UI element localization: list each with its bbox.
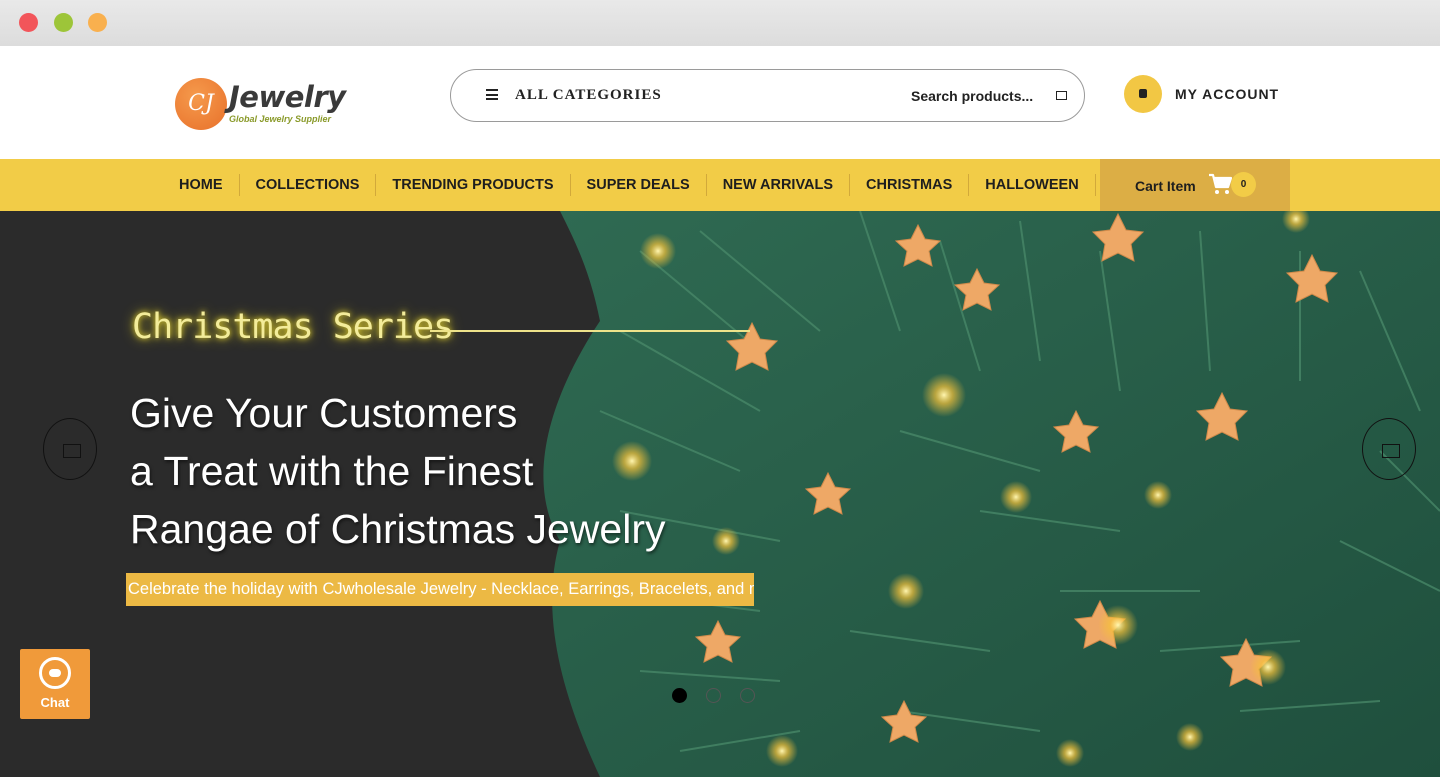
logo-tagline: Global Jewelry Supplier bbox=[229, 114, 332, 124]
nav-item-halloween[interactable]: HALLOWEEN bbox=[969, 174, 1096, 196]
cart-button[interactable]: Cart Item 0 bbox=[1100, 159, 1290, 211]
hero-subline: Celebrate the holiday with CJwholesale J… bbox=[126, 573, 754, 606]
window-close-button[interactable] bbox=[19, 13, 38, 32]
prev-arrow-icon[interactable] bbox=[43, 418, 97, 480]
window-maximize-button[interactable] bbox=[54, 13, 73, 32]
menu-icon[interactable] bbox=[486, 89, 498, 100]
hero-headline: Give Your Customers a Treat with the Fin… bbox=[130, 384, 665, 558]
slider-pagination bbox=[672, 688, 755, 703]
all-categories-dropdown[interactable]: ALL CATEGORIES bbox=[515, 87, 662, 104]
hero-slider: Christmas Series Give Your Customers a T… bbox=[0, 211, 1440, 777]
nav-item-new-arrivals[interactable]: NEW ARRIVALS bbox=[707, 174, 851, 196]
nav-item-super-deals[interactable]: SUPER DEALS bbox=[571, 174, 707, 196]
site-header: CJ Jewelry Global Jewelry Supplier ALL C… bbox=[0, 46, 1440, 159]
search-input[interactable] bbox=[911, 82, 1041, 110]
chat-label[interactable]: Chat bbox=[20, 695, 90, 710]
window-titlebar bbox=[0, 0, 1440, 46]
nav-item-trending-products[interactable]: TRENDING PRODUCTS bbox=[376, 174, 571, 196]
next-arrow-icon[interactable] bbox=[1362, 418, 1416, 480]
chat-headset-icon[interactable] bbox=[39, 657, 71, 689]
chat-button[interactable]: Chat bbox=[20, 649, 90, 719]
nav-item-collections[interactable]: COLLECTIONS bbox=[240, 174, 377, 196]
hero-headline-line-2: a Treat with the Finest bbox=[130, 448, 534, 494]
account-icon[interactable] bbox=[1124, 75, 1162, 113]
slide-dot-3[interactable] bbox=[740, 688, 755, 703]
hero-series-title: Christmas Series bbox=[132, 307, 454, 347]
slide-dot-1[interactable] bbox=[672, 688, 687, 703]
logo-monogram: CJ bbox=[175, 78, 227, 130]
search-bar: ALL CATEGORIES bbox=[450, 69, 1085, 122]
cart-label[interactable]: Cart Item bbox=[1135, 178, 1196, 194]
hero-divider bbox=[430, 330, 750, 332]
nav-menu: HOME COLLECTIONS TRENDING PRODUCTS SUPER… bbox=[163, 159, 1096, 211]
nav-item-christmas[interactable]: CHRISTMAS bbox=[850, 174, 970, 196]
main-nav: HOME COLLECTIONS TRENDING PRODUCTS SUPER… bbox=[0, 159, 1440, 211]
hero-headline-line-3: Rangae of Christmas Jewelry bbox=[130, 506, 666, 552]
site-logo[interactable]: CJ Jewelry Global Jewelry Supplier bbox=[175, 78, 350, 130]
window-minimize-button[interactable] bbox=[88, 13, 107, 32]
slide-dot-2[interactable] bbox=[706, 688, 721, 703]
logo-text: Jewelry bbox=[229, 80, 346, 114]
nav-item-home[interactable]: HOME bbox=[163, 174, 240, 196]
account-label[interactable]: MY ACCOUNT bbox=[1175, 86, 1279, 102]
cart-count-badge: 0 bbox=[1231, 172, 1256, 197]
cart-icon[interactable] bbox=[1208, 173, 1232, 195]
search-icon[interactable] bbox=[1056, 91, 1067, 100]
hero-headline-line-1: Give Your Customers bbox=[130, 390, 518, 436]
